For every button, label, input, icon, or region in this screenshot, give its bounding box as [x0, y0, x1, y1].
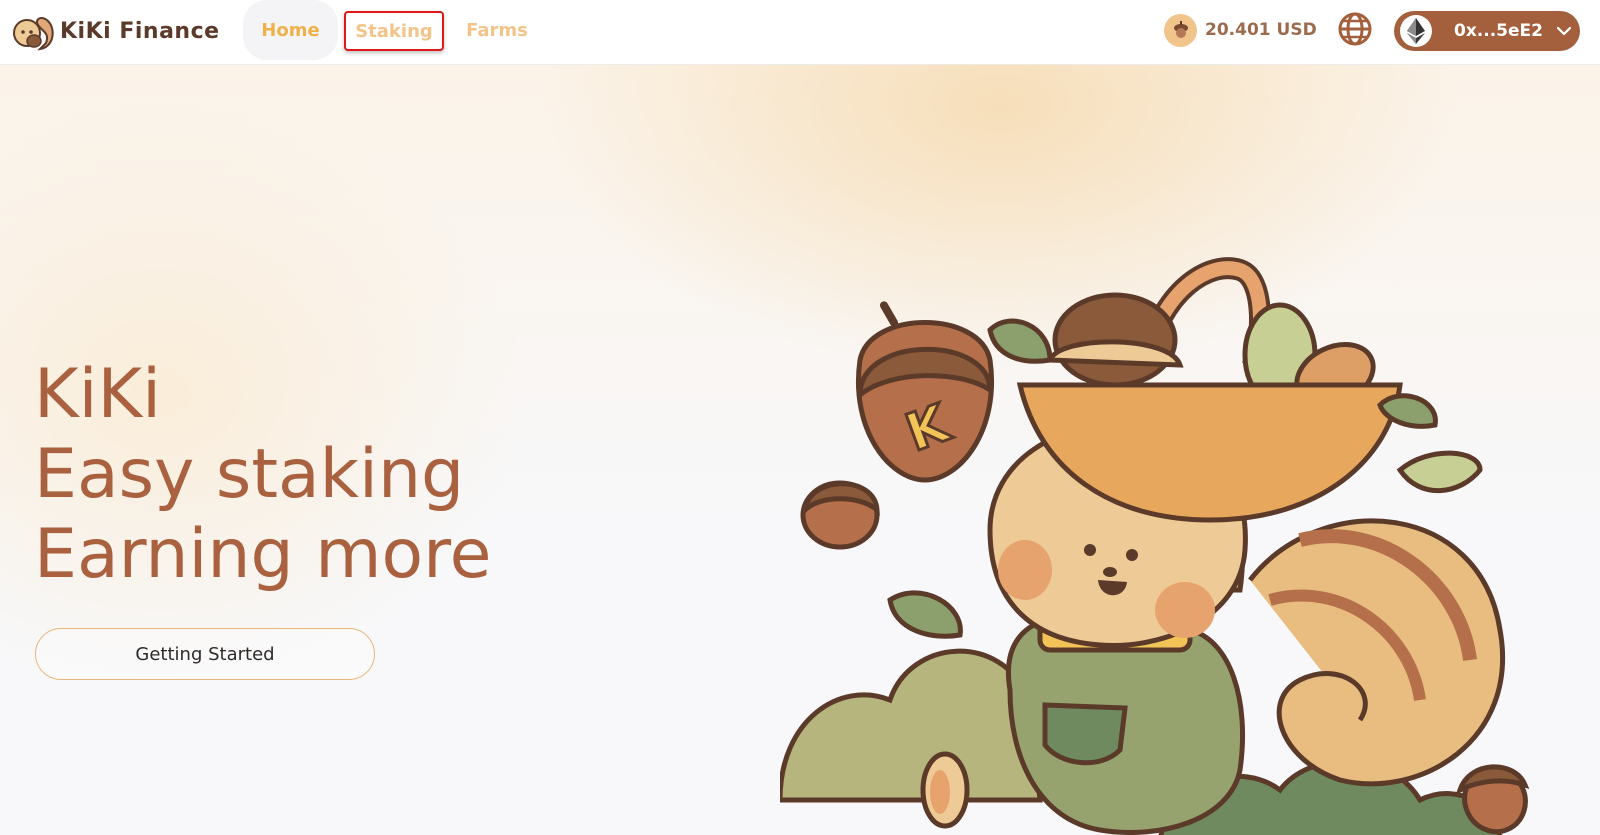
- wallet-address: 0x...5eE2: [1454, 21, 1543, 41]
- top-navbar: KiKi Finance Home Staking Farms 20.401 U…: [0, 0, 1600, 65]
- wallet-button[interactable]: 0x...5eE2: [1394, 11, 1580, 51]
- hero-section: KiKi Easy staking Earning more Getting S…: [0, 65, 1600, 835]
- balance-amount: 20.401 USD: [1205, 20, 1317, 40]
- nav-staking[interactable]: Staking: [344, 11, 444, 51]
- balance-display: 20.401 USD: [1164, 13, 1317, 47]
- squirrel-logo-icon: [13, 17, 54, 51]
- logo[interactable]: KiKi Finance: [10, 9, 220, 53]
- hero-line-brand: KiKi: [34, 355, 161, 434]
- hero-line-earning: Earning more: [34, 515, 492, 594]
- logo-text: KiKi Finance: [60, 18, 220, 44]
- nav-home[interactable]: Home: [243, 0, 338, 60]
- acorn-coin-icon: [1164, 13, 1197, 47]
- hero-headline: KiKi Easy staking Earning more: [34, 355, 491, 595]
- ethereum-icon: [1400, 15, 1432, 47]
- squirrel-illustration: K: [780, 257, 1530, 835]
- hero-line-staking: Easy staking: [34, 435, 465, 514]
- chevron-down-icon: [1556, 26, 1571, 36]
- getting-started-button[interactable]: Getting Started: [35, 628, 375, 680]
- nav-farms[interactable]: Farms: [458, 0, 536, 60]
- globe-icon[interactable]: [1337, 11, 1373, 47]
